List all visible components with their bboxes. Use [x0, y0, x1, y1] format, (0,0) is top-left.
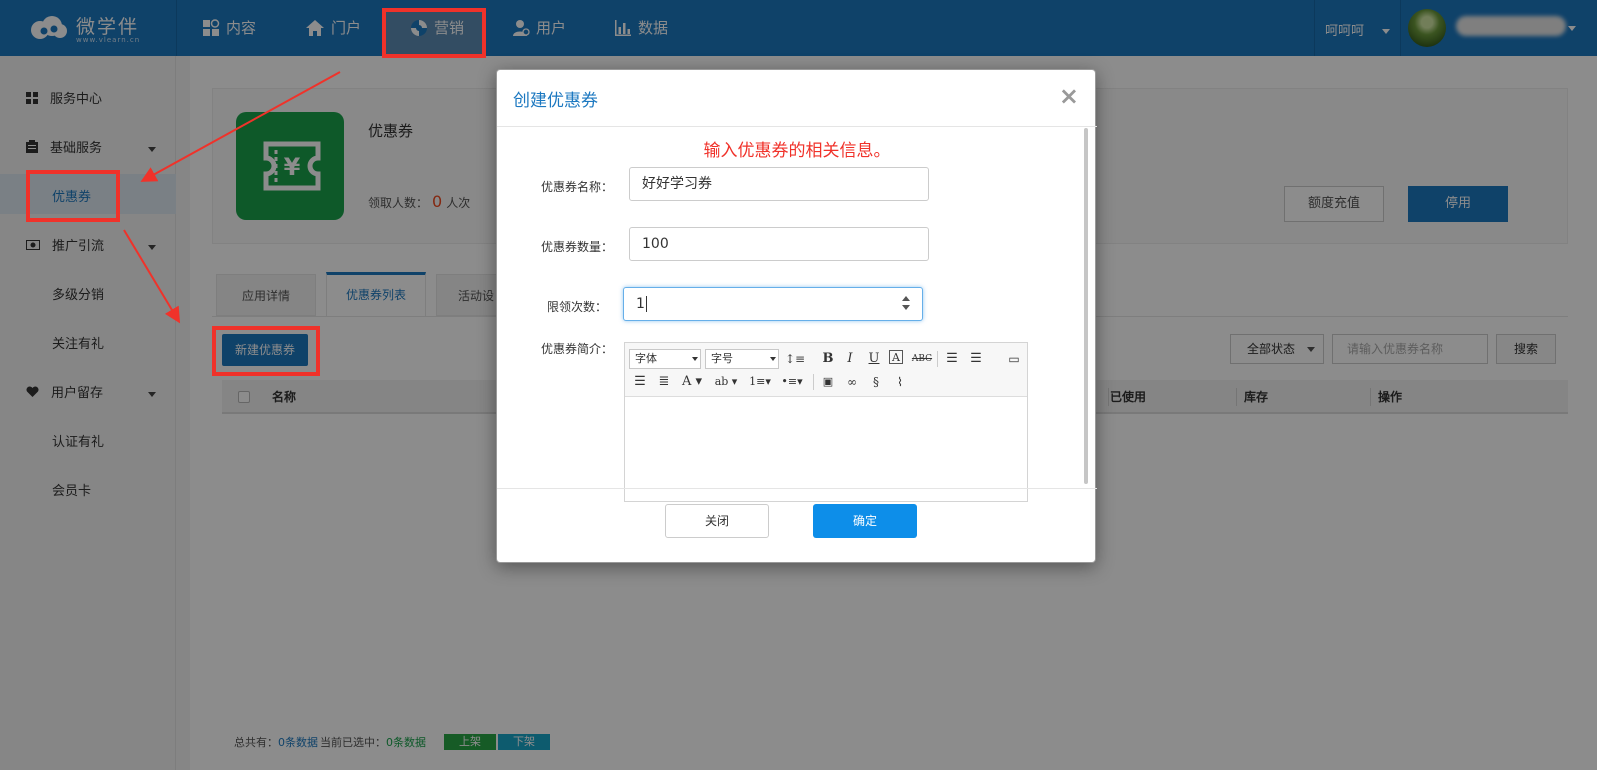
dialog-header-divider [497, 126, 1097, 127]
claim-limit-input[interactable]: 1 [623, 287, 923, 321]
toolbar-separator [813, 374, 814, 390]
highlight-color-icon[interactable]: ab ▾ [713, 373, 739, 391]
decrement-icon[interactable] [902, 305, 910, 310]
ordered-list-icon[interactable]: 1≡▾ [747, 373, 773, 391]
attachment-icon[interactable]: ⌇ [891, 373, 909, 391]
number-stepper[interactable] [902, 296, 912, 312]
unordered-list-icon[interactable]: •≡▾ [779, 373, 805, 391]
font-size-value: 字号 [711, 352, 733, 365]
unlink-icon[interactable]: § [867, 373, 885, 391]
intro-field-label: 优惠券简介： [540, 342, 613, 356]
toolbar-separator [937, 351, 938, 367]
font-family-value: 字体 [635, 352, 657, 365]
font-color-icon[interactable]: A ▾ [679, 373, 705, 391]
limit-field-label: 限领次数： [546, 300, 607, 314]
dialog-scrollbar[interactable] [1084, 128, 1088, 484]
chevron-down-icon [692, 357, 698, 361]
dialog-instruction: 输入优惠券的相关信息。 [703, 141, 891, 161]
close-icon[interactable]: × [1059, 82, 1079, 110]
rich-text-editor[interactable]: 字体 字号 ↕≡ B I U A ABC ☰ ☰ ▭ ☰ ≣ A ▾ ab ▾ … [624, 342, 1028, 502]
text-cursor [645, 296, 647, 312]
confirm-button[interactable]: 确定 [813, 504, 917, 538]
count-field-label: 优惠券数量： [540, 240, 613, 254]
underline-icon[interactable]: U [865, 350, 883, 368]
name-field-label: 优惠券名称： [540, 180, 613, 194]
line-height-icon[interactable]: ↕≡ [785, 350, 805, 368]
link-icon[interactable]: ∞ [843, 373, 861, 391]
align-justify-icon[interactable]: ≣ [655, 373, 673, 391]
font-border-icon[interactable]: A [889, 350, 903, 364]
dialog-footer-divider [497, 488, 1097, 489]
create-coupon-dialog: 创建优惠券 × 输入优惠券的相关信息。 优惠券名称： 好好学习券 优惠券数量： … [496, 69, 1097, 563]
claim-limit-value: 1 [636, 296, 645, 312]
align-right-icon[interactable]: ☰ [967, 350, 985, 368]
chevron-down-icon [770, 357, 776, 361]
align-center-icon[interactable]: ☰ [631, 373, 649, 391]
font-size-select[interactable]: 字号 [705, 349, 779, 369]
image-icon[interactable]: ▣ [819, 373, 837, 391]
font-family-select[interactable]: 字体 [629, 349, 701, 369]
italic-icon[interactable]: I [841, 350, 859, 368]
strikethrough-icon[interactable]: ABC [911, 350, 933, 368]
increment-icon[interactable] [902, 296, 910, 301]
bold-icon[interactable]: B [819, 350, 837, 368]
coupon-name-input[interactable]: 好好学习券 [629, 167, 929, 201]
dialog-title: 创建优惠券 [513, 91, 598, 111]
editor-toolbar: 字体 字号 ↕≡ B I U A ABC ☰ ☰ ▭ ☰ ≣ A ▾ ab ▾ … [625, 343, 1027, 397]
align-left-icon[interactable]: ☰ [943, 350, 961, 368]
coupon-count-input[interactable]: 100 [629, 227, 929, 261]
source-code-icon[interactable]: ▭ [1005, 350, 1023, 368]
close-button[interactable]: 关闭 [665, 504, 769, 538]
